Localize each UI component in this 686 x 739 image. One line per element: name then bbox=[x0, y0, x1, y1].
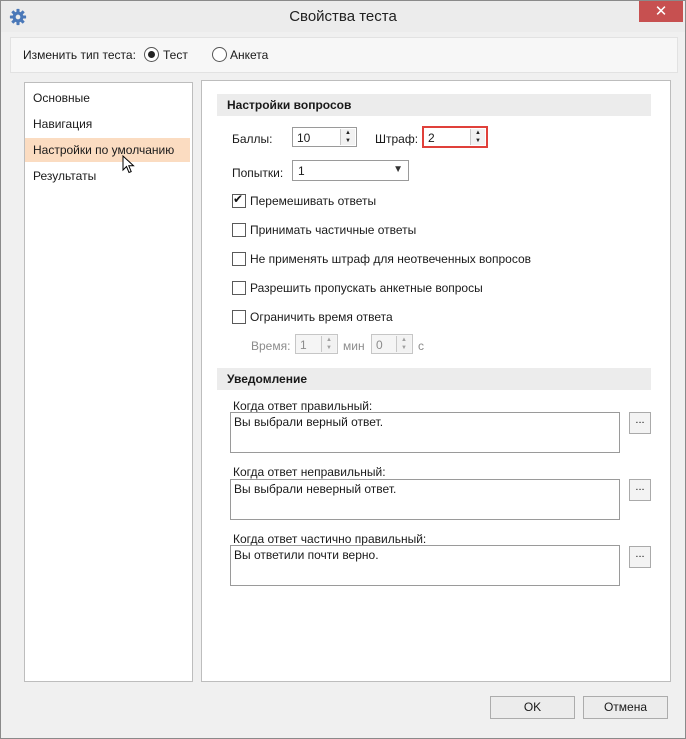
partial-feedback-text: Вы ответили почти верно. bbox=[234, 548, 379, 562]
radio-survey-label[interactable]: Анкета bbox=[230, 48, 268, 62]
partial-feedback-field[interactable]: Вы ответили почти верно. bbox=[230, 545, 620, 586]
test-type-label: Изменить тип теста: bbox=[23, 48, 136, 62]
time-minutes-stepper[interactable]: 1 ▲ ▼ bbox=[295, 334, 338, 354]
attempts-select[interactable]: 1 ▼ bbox=[292, 160, 409, 181]
radio-survey[interactable] bbox=[212, 47, 227, 62]
close-icon: ✕ bbox=[654, 3, 668, 20]
correct-feedback-field[interactable]: Вы выбрали верный ответ. bbox=[230, 412, 620, 453]
allow-skip-survey-label[interactable]: Разрешить пропускать анкетные вопросы bbox=[250, 281, 483, 295]
penalty-stepper-arrows[interactable]: ▲ ▼ bbox=[470, 129, 485, 145]
ok-button[interactable]: OK bbox=[490, 696, 575, 719]
radio-test[interactable] bbox=[144, 47, 159, 62]
attempts-value: 1 bbox=[298, 164, 305, 178]
shuffle-answers-checkbox[interactable] bbox=[232, 192, 246, 208]
partial-feedback-browse-button[interactable]: ... bbox=[629, 546, 651, 568]
properties-dialog: Свойства теста ✕ Изменить тип теста: Тес… bbox=[0, 0, 686, 739]
notification-section-header: Уведомление bbox=[217, 368, 651, 390]
seconds-unit: с bbox=[418, 339, 424, 353]
points-stepper-arrows[interactable]: ▲ ▼ bbox=[340, 129, 355, 145]
points-stepper[interactable]: 10 ▲ ▼ bbox=[292, 127, 357, 147]
notification-section-title: Уведомление bbox=[227, 372, 308, 386]
limit-time-checkbox[interactable] bbox=[232, 310, 246, 324]
penalty-label: Штраф: bbox=[375, 132, 419, 146]
minutes-unit: мин bbox=[343, 339, 365, 353]
spin-down-icon[interactable]: ▼ bbox=[397, 344, 411, 352]
radio-test-label[interactable]: Тест bbox=[163, 48, 188, 62]
questions-section-title: Настройки вопросов bbox=[227, 98, 352, 112]
nav-item-general[interactable]: Основные bbox=[25, 86, 190, 110]
time-label: Время: bbox=[251, 339, 291, 353]
time-seconds-stepper[interactable]: 0 ▲ ▼ bbox=[371, 334, 413, 354]
correct-feedback-text: Вы выбрали верный ответ. bbox=[234, 415, 384, 429]
time-minutes-value: 1 bbox=[300, 338, 307, 352]
penalty-value: 2 bbox=[428, 131, 435, 145]
time-seconds-arrows[interactable]: ▲ ▼ bbox=[396, 336, 411, 352]
limit-time-label[interactable]: Ограничить время ответа bbox=[250, 310, 393, 324]
title-bar: Свойства теста ✕ bbox=[1, 1, 685, 32]
correct-feedback-label: Когда ответ правильный: bbox=[233, 399, 373, 413]
nav-item-label: Результаты bbox=[33, 169, 97, 183]
incorrect-feedback-browse-button[interactable]: ... bbox=[629, 479, 651, 501]
allow-skip-survey-checkbox[interactable] bbox=[232, 281, 246, 295]
settings-nav: Основные Навигация Настройки по умолчани… bbox=[24, 82, 193, 682]
test-type-bar: Изменить тип теста: Тест Анкета bbox=[10, 37, 678, 73]
nav-item-defaults[interactable]: Настройки по умолчанию bbox=[25, 138, 190, 162]
settings-content: Настройки вопросов Баллы: 10 ▲ ▼ Штраф: … bbox=[201, 80, 671, 682]
nav-item-label: Навигация bbox=[33, 117, 93, 131]
points-value: 10 bbox=[297, 131, 311, 145]
shuffle-answers-label[interactable]: Перемешивать ответы bbox=[250, 194, 376, 208]
nav-item-label: Настройки по умолчанию bbox=[33, 143, 175, 157]
spin-down-icon[interactable]: ▼ bbox=[471, 137, 485, 145]
points-label: Баллы: bbox=[232, 132, 273, 146]
nav-item-navigation[interactable]: Навигация bbox=[25, 112, 190, 136]
incorrect-feedback-label: Когда ответ неправильный: bbox=[233, 465, 386, 479]
no-penalty-unanswered-checkbox[interactable] bbox=[232, 252, 246, 266]
mouse-cursor-icon bbox=[122, 155, 135, 174]
cancel-button[interactable]: Отмена bbox=[583, 696, 668, 719]
window-title: Свойства теста bbox=[289, 8, 397, 25]
questions-section-header: Настройки вопросов bbox=[217, 94, 651, 116]
correct-feedback-browse-button[interactable]: ... bbox=[629, 412, 651, 434]
nav-item-label: Основные bbox=[33, 91, 90, 105]
partial-answers-label[interactable]: Принимать частичные ответы bbox=[250, 223, 416, 237]
partial-answers-checkbox[interactable] bbox=[232, 223, 246, 237]
time-minutes-arrows[interactable]: ▲ ▼ bbox=[321, 336, 336, 352]
nav-item-results[interactable]: Результаты bbox=[25, 164, 190, 188]
close-button[interactable]: ✕ bbox=[639, 1, 683, 22]
partial-feedback-label: Когда ответ частично правильный: bbox=[233, 532, 427, 546]
penalty-stepper[interactable]: 2 ▲ ▼ bbox=[422, 126, 488, 148]
spin-down-icon[interactable]: ▼ bbox=[322, 344, 336, 352]
no-penalty-unanswered-label[interactable]: Не применять штраф для неотвеченных вопр… bbox=[250, 252, 531, 266]
incorrect-feedback-field[interactable]: Вы выбрали неверный ответ. bbox=[230, 479, 620, 520]
incorrect-feedback-text: Вы выбрали неверный ответ. bbox=[234, 482, 397, 496]
time-seconds-value: 0 bbox=[376, 338, 383, 352]
attempts-label: Попытки: bbox=[232, 166, 284, 180]
spin-down-icon[interactable]: ▼ bbox=[341, 137, 355, 145]
chevron-down-icon: ▼ bbox=[393, 164, 403, 175]
